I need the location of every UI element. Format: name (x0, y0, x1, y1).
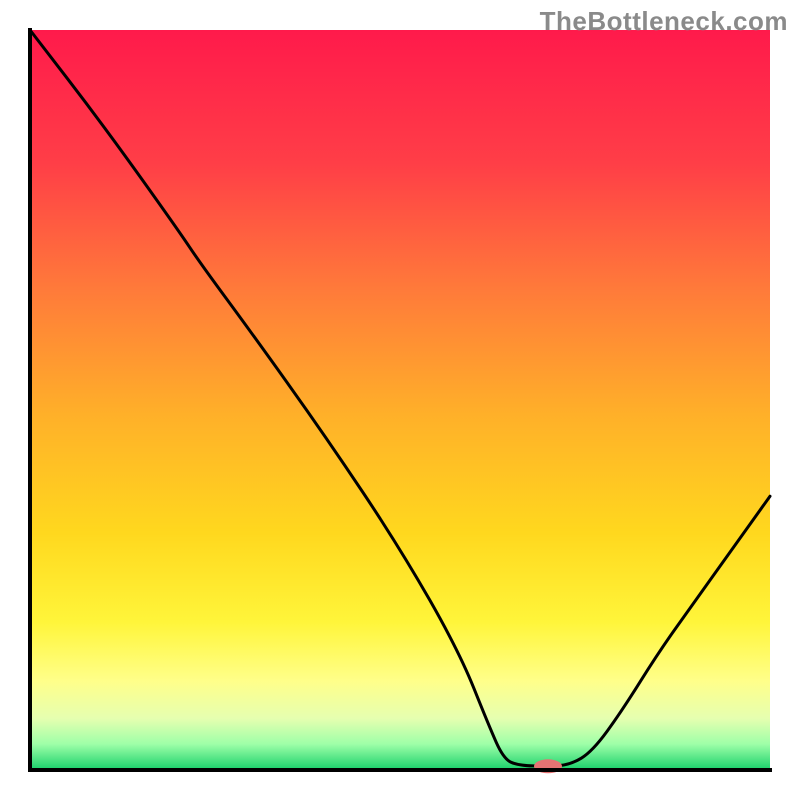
chart-container: TheBottleneck.com (0, 0, 800, 800)
plot-background (30, 30, 770, 770)
chart-svg (0, 0, 800, 800)
watermark-text: TheBottleneck.com (540, 6, 788, 37)
